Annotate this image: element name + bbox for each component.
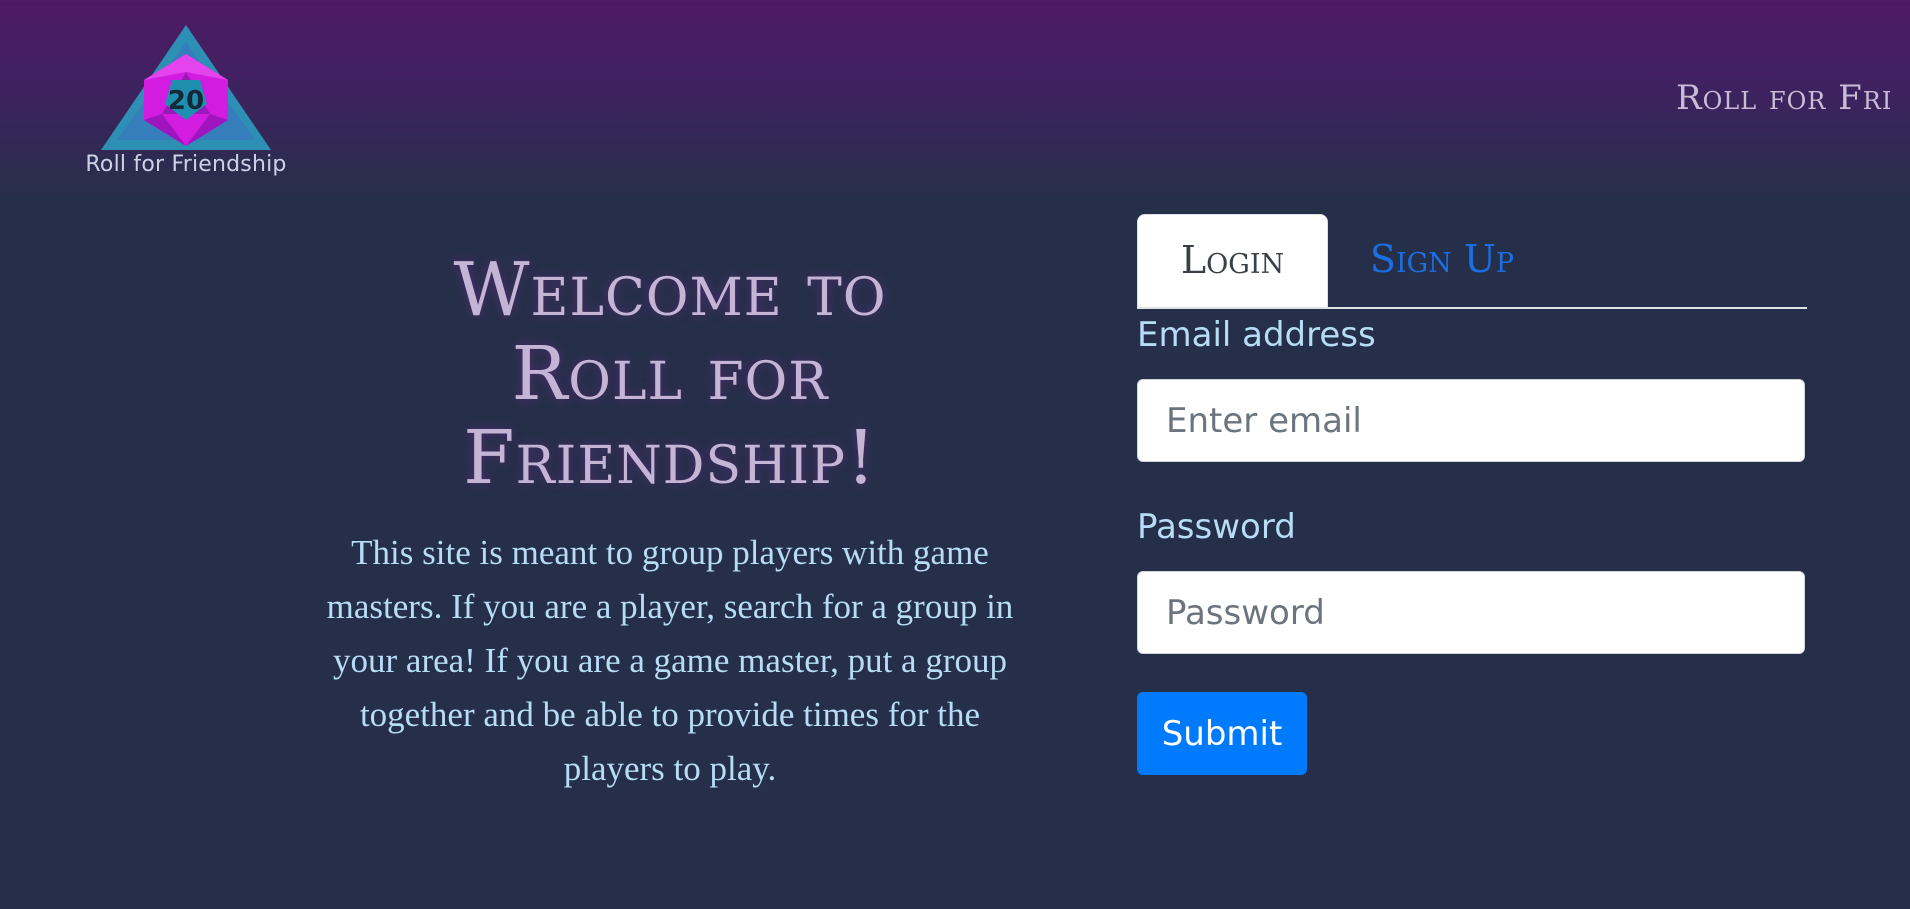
welcome-description: This site is meant to group players with… bbox=[326, 533, 1014, 788]
logo-text: Roll for Friendship bbox=[85, 152, 287, 177]
welcome-heading-line: Welcome to bbox=[453, 247, 887, 333]
tab-sign-up[interactable]: Sign Up bbox=[1327, 214, 1557, 306]
submit-button[interactable]: Submit bbox=[1137, 692, 1307, 775]
d20-die-icon: 20 bbox=[101, 25, 271, 150]
email-input[interactable] bbox=[1137, 379, 1805, 462]
page: 20 Roll for Friendship Roll for Fri Welc… bbox=[0, 0, 1910, 909]
password-input[interactable] bbox=[1137, 571, 1805, 654]
email-label: Email address bbox=[1137, 315, 1376, 355]
tab-login[interactable]: Login bbox=[1137, 214, 1328, 307]
auth-tabs: Login Sign Up bbox=[1137, 214, 1807, 309]
navbar-brand-link[interactable]: Roll for Fri bbox=[1676, 78, 1892, 118]
site-logo[interactable]: 20 Roll for Friendship bbox=[70, 22, 302, 184]
password-label: Password bbox=[1137, 507, 1296, 547]
welcome-heading-line: Friendship! bbox=[463, 415, 877, 501]
welcome-heading-line: Roll for bbox=[511, 331, 829, 417]
welcome-heading: Welcome to Roll for Friendship! bbox=[360, 248, 980, 500]
svg-text:20: 20 bbox=[168, 86, 204, 116]
